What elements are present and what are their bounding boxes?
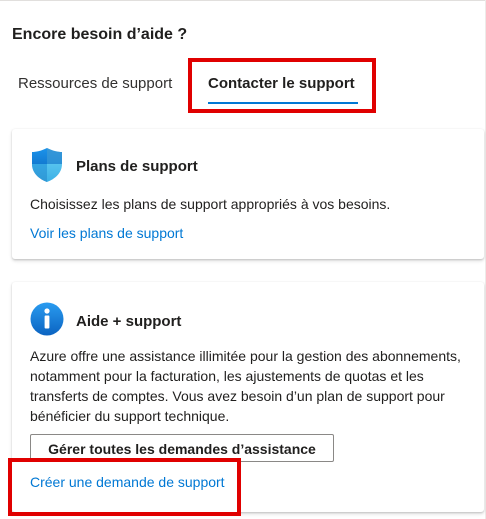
top-divider [0, 0, 486, 1]
tab-support-resources[interactable]: Ressources de support [18, 68, 172, 102]
create-support-request-link[interactable]: Créer une demande de support [30, 474, 225, 490]
help-support-description: Azure offre une assistance illimitée pou… [30, 348, 461, 424]
tab-selected-indicator [208, 102, 358, 104]
support-plans-card: Plans de support Choisissez les plans de… [12, 129, 484, 259]
tab-contact-support[interactable]: Contacter le support [208, 68, 355, 102]
support-plans-title: Plans de support [76, 158, 198, 175]
support-plans-description: Choisissez les plans de support appropri… [30, 196, 391, 212]
view-support-plans-link[interactable]: Voir les plans de support [30, 225, 183, 241]
help-support-card: Aide + support Azure offre une assistanc… [12, 282, 484, 512]
section-heading: Encore besoin d’aide ? [12, 26, 188, 43]
shield-icon [30, 147, 64, 183]
manage-support-requests-button[interactable]: Gérer toutes les demandes d’assistance [30, 434, 334, 462]
help-support-title: Aide + support [76, 313, 182, 330]
info-icon [30, 302, 64, 338]
